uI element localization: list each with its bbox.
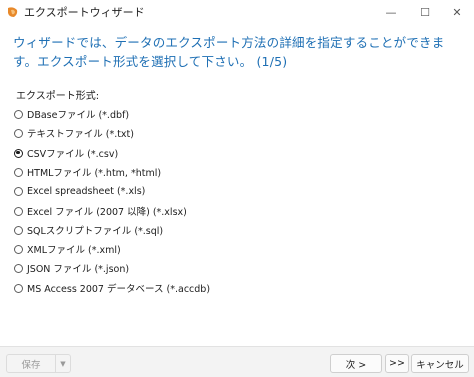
option-label: Excel ファイル (2007 以降) (*.xlsx) <box>27 207 187 218</box>
radio-icon[interactable] <box>14 244 23 254</box>
save-dropdown-icon[interactable]: ▼ <box>55 354 71 373</box>
window-title: エクスポートウィザード <box>24 6 145 19</box>
option-label: JSON ファイル (*.json) <box>27 264 130 275</box>
radio-icon[interactable] <box>14 263 23 273</box>
option-excel-xls[interactable]: Excel spreadsheet (*.xls) <box>14 183 145 199</box>
radio-icon[interactable] <box>14 148 23 158</box>
option-xml[interactable]: XMLファイル (*.xml) <box>14 241 121 257</box>
maximize-button[interactable]: ☐ <box>408 0 442 24</box>
fast-forward-button[interactable]: >> <box>385 354 409 373</box>
option-excel-xlsx[interactable]: Excel ファイル (2007 以降) (*.xlsx) <box>14 203 187 219</box>
wizard-instructions: ウィザードでは、データのエクスポート方法の詳細を指定することができます。エクスポ… <box>13 35 445 69</box>
radio-icon[interactable] <box>14 109 23 119</box>
minimize-button[interactable]: — <box>374 0 408 24</box>
next-button[interactable]: 次 > <box>330 354 382 373</box>
cancel-button[interactable]: キャンセル <box>411 354 469 373</box>
export-format-label: エクスポート形式: <box>16 91 100 102</box>
option-label: CSVファイル (*.csv) <box>27 149 119 160</box>
radio-icon[interactable] <box>14 225 23 235</box>
option-label: テキストファイル (*.txt) <box>27 129 134 140</box>
radio-icon[interactable] <box>14 128 23 138</box>
option-label: XMLファイル (*.xml) <box>27 245 121 256</box>
close-button[interactable]: ✕ <box>440 0 474 24</box>
radio-icon[interactable] <box>14 186 23 196</box>
option-label: DBaseファイル (*.dbf) <box>27 110 130 121</box>
option-label: MS Access 2007 データベース (*.accdb) <box>27 284 211 295</box>
option-dbase[interactable]: DBaseファイル (*.dbf) <box>14 106 129 122</box>
option-text[interactable]: テキストファイル (*.txt) <box>14 125 134 141</box>
option-csv[interactable]: CSVファイル (*.csv) <box>14 145 118 161</box>
save-button[interactable]: 保存 <box>6 354 56 373</box>
wizard-footer: 保存 ▼ 次 > >> キャンセル <box>0 346 474 377</box>
app-icon <box>8 7 18 17</box>
title-bar: エクスポートウィザード — ☐ ✕ <box>0 0 474 24</box>
option-sql[interactable]: SQLスクリプトファイル (*.sql) <box>14 222 163 238</box>
option-html[interactable]: HTMLファイル (*.htm, *html) <box>14 164 161 180</box>
radio-icon[interactable] <box>14 283 23 293</box>
option-label: HTMLファイル (*.htm, *html) <box>27 168 162 179</box>
radio-icon[interactable] <box>14 206 23 216</box>
option-access[interactable]: MS Access 2007 データベース (*.accdb) <box>14 280 210 296</box>
option-label: Excel spreadsheet (*.xls) <box>27 185 146 197</box>
radio-icon[interactable] <box>14 167 23 177</box>
option-json[interactable]: JSON ファイル (*.json) <box>14 260 129 276</box>
option-label: SQLスクリプトファイル (*.sql) <box>27 226 164 237</box>
